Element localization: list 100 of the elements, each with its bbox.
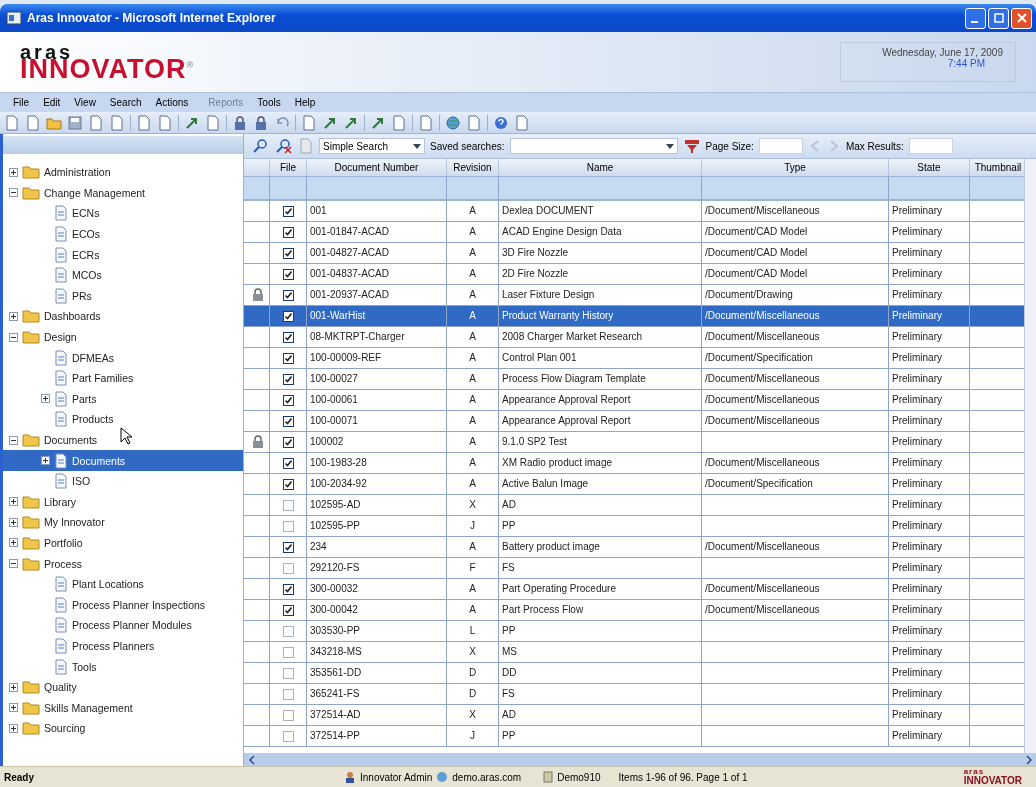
expand-icon[interactable] xyxy=(9,723,18,733)
menu-item[interactable]: Help xyxy=(287,97,323,108)
page-size-field[interactable] xyxy=(758,138,803,154)
column-header[interactable]: State xyxy=(889,159,970,176)
tree-item[interactable]: DFMEAs xyxy=(3,347,243,368)
save-icon[interactable] xyxy=(67,114,83,131)
page-icon[interactable] xyxy=(88,114,104,131)
checkbox[interactable] xyxy=(282,226,294,238)
table-row[interactable]: 372514-AD X AD Preliminary xyxy=(244,705,1024,726)
tree-item[interactable]: Skills Management xyxy=(3,697,243,719)
checkbox[interactable] xyxy=(282,499,294,511)
expand-icon[interactable] xyxy=(41,456,50,466)
menu-item[interactable]: Search xyxy=(102,97,149,108)
checkbox[interactable] xyxy=(282,709,294,721)
tree-item[interactable]: Part Families xyxy=(3,367,243,389)
scroll-left-icon[interactable] xyxy=(248,754,256,765)
search-mode-dropdown[interactable]: Simple Search xyxy=(319,138,425,154)
maximize-button[interactable] xyxy=(988,7,1009,29)
expand-icon[interactable] xyxy=(9,538,18,548)
table-row[interactable]: 353561-DD D DD Preliminary xyxy=(244,663,1024,684)
search-icon[interactable] xyxy=(252,138,270,154)
tree-item[interactable]: Library xyxy=(3,491,243,513)
tree-item[interactable]: Plant Locations xyxy=(3,573,243,595)
checkbox[interactable] xyxy=(282,604,294,616)
checkbox[interactable] xyxy=(282,457,294,469)
collapse-icon[interactable] xyxy=(9,559,18,569)
vertical-scrollbar[interactable] xyxy=(1024,159,1036,753)
checkbox[interactable] xyxy=(282,415,294,427)
tree-item[interactable]: ECNs xyxy=(3,203,243,224)
scroll-right-icon[interactable] xyxy=(1025,754,1033,765)
table-row[interactable]: 001-WarHist A Product Warranty History /Document/Miscellaneous Preliminary xyxy=(244,306,1024,327)
table-row[interactable]: 001-04827-ACAD A 3D Fire Nozzle /Document/CAD Model Preliminary xyxy=(244,243,1024,264)
table-row[interactable]: 001 A Dexlea DOCUMENT /Document/Miscellaneous Preliminary xyxy=(244,201,1024,222)
checkbox[interactable] xyxy=(282,583,294,595)
column-header[interactable]: File xyxy=(270,159,307,176)
tree-item[interactable]: Change Management xyxy=(3,182,243,204)
column-header[interactable]: Document Number xyxy=(307,159,447,176)
checkbox[interactable] xyxy=(282,289,294,301)
checkbox[interactable] xyxy=(282,625,294,637)
expand-icon[interactable] xyxy=(41,394,50,404)
table-row[interactable]: 100-1983-28 A XM Radio product image /Document/Miscellaneous Preliminary xyxy=(244,453,1024,474)
page-icon[interactable] xyxy=(418,114,434,131)
expand-icon[interactable] xyxy=(9,703,18,713)
tree-item[interactable]: Quality xyxy=(3,676,243,698)
tree-item[interactable]: Tools xyxy=(3,656,243,677)
menu-item[interactable]: File xyxy=(6,97,37,108)
page-icon[interactable] xyxy=(514,114,530,131)
globe-icon[interactable] xyxy=(445,114,461,131)
expand-icon[interactable] xyxy=(9,311,18,321)
checkbox[interactable] xyxy=(282,541,294,553)
checkbox[interactable] xyxy=(282,268,294,280)
table-row[interactable]: 372514-PP J PP Preliminary xyxy=(244,726,1024,747)
tree-item[interactable]: Documents xyxy=(3,450,243,471)
close-button[interactable] xyxy=(1011,7,1032,29)
tree-item[interactable]: Portfolio xyxy=(3,532,243,554)
tree-item[interactable]: Parts xyxy=(3,388,243,410)
checkbox[interactable] xyxy=(282,247,294,259)
tree-item[interactable]: ECOs xyxy=(3,223,243,245)
collapse-icon[interactable] xyxy=(9,188,18,198)
page-icon[interactable] xyxy=(466,114,482,131)
menu-item[interactable]: View xyxy=(67,97,103,108)
page-icon[interactable] xyxy=(205,114,221,131)
table-row[interactable]: 001-04837-ACAD A 2D Fire Nozzle /Document/CAD Model Preliminary xyxy=(244,264,1024,285)
tree-item[interactable]: ECRs xyxy=(3,244,243,265)
tree-item[interactable]: Documents xyxy=(3,429,243,451)
lock-icon[interactable] xyxy=(253,114,269,131)
checkbox[interactable] xyxy=(282,520,294,532)
checkbox[interactable] xyxy=(282,667,294,679)
page-icon[interactable] xyxy=(25,114,41,131)
column-header[interactable]: Type xyxy=(702,159,889,176)
column-header[interactable]: Name xyxy=(499,159,702,176)
checkbox[interactable] xyxy=(282,562,294,574)
clear-search-icon[interactable] xyxy=(275,138,293,154)
table-row[interactable]: 365241-FS D FS Preliminary xyxy=(244,684,1024,705)
tree-item[interactable]: Process xyxy=(3,553,243,574)
table-row[interactable]: 300-00032 A Part Operating Procedure /Document/Miscellaneous Preliminary xyxy=(244,579,1024,600)
checkbox[interactable] xyxy=(282,331,294,343)
page-icon[interactable] xyxy=(301,114,317,131)
max-results-field[interactable] xyxy=(908,138,953,154)
table-row[interactable]: 100-00009-REF A Control Plan 001 /Document/Specification Preliminary xyxy=(244,348,1024,369)
tree-item[interactable]: Products xyxy=(3,409,243,430)
checkbox[interactable] xyxy=(282,688,294,700)
table-row[interactable]: 303530-PP L PP Preliminary xyxy=(244,621,1024,642)
checkbox[interactable] xyxy=(282,394,294,406)
tree-item[interactable]: Process Planner Inspections xyxy=(3,594,243,616)
expand-icon[interactable] xyxy=(9,497,18,507)
tree-item[interactable]: Process Planners xyxy=(3,635,243,657)
checkbox[interactable] xyxy=(282,646,294,658)
checkbox[interactable] xyxy=(282,373,294,385)
minimize-button[interactable] xyxy=(965,7,986,29)
tree-item[interactable]: Dashboards xyxy=(3,306,243,327)
collapse-icon[interactable] xyxy=(9,435,18,445)
page-icon[interactable] xyxy=(136,114,152,131)
page-icon[interactable] xyxy=(4,114,20,131)
table-row[interactable]: 100-2034-92 A Active Balun Image /Document/Specification Preliminary xyxy=(244,474,1024,495)
table-row[interactable]: 100-00027 A Process Flow Diagram Template /Document/Miscellaneous Preliminary xyxy=(244,369,1024,390)
collapse-icon[interactable] xyxy=(9,332,18,342)
checkbox[interactable] xyxy=(282,436,294,448)
page-icon[interactable] xyxy=(157,114,173,131)
checkbox[interactable] xyxy=(282,310,294,322)
